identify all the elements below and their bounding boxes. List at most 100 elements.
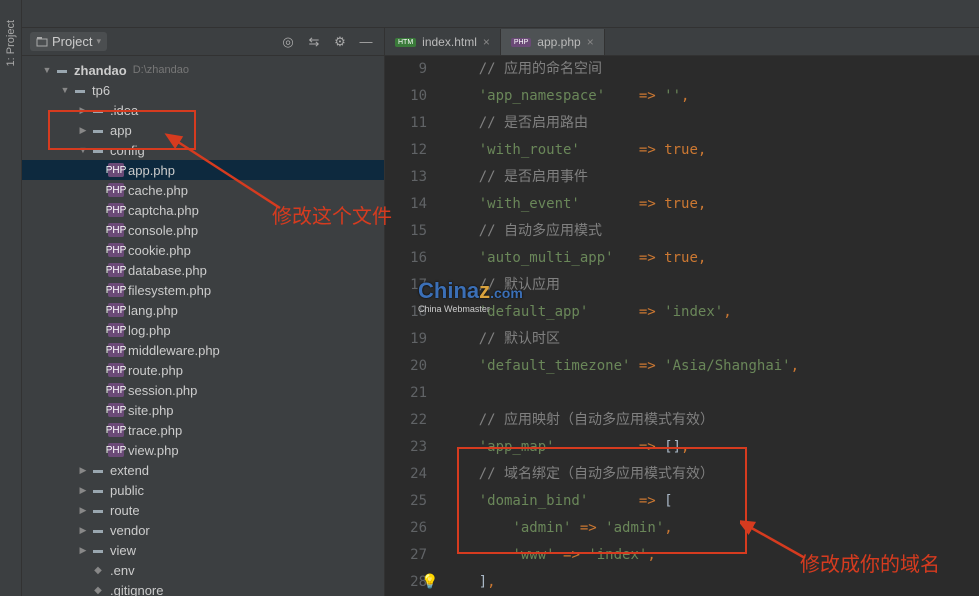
tree-row-config[interactable]: ▼▬config [22,140,384,160]
html-file-icon: HTM [395,38,416,47]
tree-item-label: tp6 [92,83,110,98]
close-icon[interactable]: × [587,35,594,49]
code-line[interactable]: 'domain_bind' => [ [445,488,979,515]
tree-item-label: app [110,123,132,138]
tree-row-.idea[interactable]: ▶▬.idea [22,100,384,120]
project-tool-button[interactable]: 1: Project [5,20,17,66]
code-line[interactable]: 'app_map' => [], [445,434,979,461]
tree-row-lang.php[interactable]: PHPlang.php [22,300,384,320]
line-gutter: 9101112131415161718192021222324252627282… [385,56,445,596]
line-number: 25 [385,488,427,515]
php-file-icon: PHP [108,443,124,457]
php-file-icon: PHP [108,403,124,417]
tree-row-route.php[interactable]: PHP route.php [22,360,384,380]
collapse-all-icon[interactable]: ⇆ [304,32,324,52]
folder-icon: ▬ [90,463,106,477]
tree-row-view.php[interactable]: PHPview.php [22,440,384,460]
locate-icon[interactable]: ◎ [278,32,298,52]
project-panel-header: Project ▾ ◎ ⇆ ⚙ — [22,28,384,56]
tree-row-extend[interactable]: ▶▬extend [22,460,384,480]
project-tree[interactable]: ▼▬zhandaoD:\zhandao▼▬tp6▶▬.idea▶▬app▼▬co… [22,56,384,596]
tree-row-console.php[interactable]: PHPconsole.php [22,220,384,240]
code-line[interactable]: 'auto_multi_app' => true, [445,245,979,272]
php-file-icon: PHP [108,323,124,337]
folder-icon: ▬ [72,83,88,97]
code-line[interactable]: 'www' => 'index', [445,542,979,569]
code-line[interactable]: // 默认应用 [445,272,979,299]
tree-row-cache.php[interactable]: PHP cache.php [22,180,384,200]
tree-row-route[interactable]: ▶▬route [22,500,384,520]
tree-item-label: cache.php [128,183,188,198]
code-line[interactable]: // 应用映射（自动多应用模式有效） [445,407,979,434]
tree-row-cookie.php[interactable]: PHPcookie.php [22,240,384,260]
tree-row-middleware.php[interactable]: PHPmiddleware.php [22,340,384,360]
folder-icon: ▬ [90,543,106,557]
tree-item-label: log.php [128,323,171,338]
tree-row-view[interactable]: ▶▬view [22,540,384,560]
tree-item-label: config [110,143,145,158]
tree-row-tp6[interactable]: ▼▬tp6 [22,80,384,100]
file-icon: ◆ [90,583,106,596]
code-area[interactable]: 9101112131415161718192021222324252627282… [385,56,979,596]
code-line[interactable]: // 应用的命名空间 [445,56,979,83]
tree-item-label: .gitignore [110,583,163,596]
tree-row-app[interactable]: ▶▬app [22,120,384,140]
code-content[interactable]: // 应用的命名空间 'app_namespace' => '', // 是否启… [445,56,979,596]
code-line[interactable]: // 域名绑定（自动多应用模式有效） [445,461,979,488]
code-line[interactable]: // 是否启用事件 [445,164,979,191]
code-line[interactable]: 💡 ], [445,569,979,596]
folder-icon: ▬ [54,63,70,77]
tree-row-trace.php[interactable]: PHPtrace.php [22,420,384,440]
folder-icon: ▬ [90,503,106,517]
php-file-icon: PHP [108,363,124,377]
project-icon [36,36,48,48]
code-line[interactable]: // 默认时区 [445,326,979,353]
tab-label: index.html [422,35,477,49]
tree-row-zhandao[interactable]: ▼▬zhandaoD:\zhandao [22,60,384,80]
code-line[interactable]: // 是否启用路由 [445,110,979,137]
tree-row-public[interactable]: ▶▬public [22,480,384,500]
code-line[interactable]: 'admin' => 'admin', [445,515,979,542]
hide-icon[interactable]: — [356,32,376,52]
tab-app.php[interactable]: PHPapp.php× [501,29,605,55]
folder-icon: ▬ [90,483,106,497]
code-line[interactable]: 'with_event' => true, [445,191,979,218]
tree-item-label: .env [110,563,135,578]
project-panel-title[interactable]: Project ▾ [30,32,107,51]
close-icon[interactable]: × [483,35,490,49]
line-number: 23 [385,434,427,461]
tree-row-vendor[interactable]: ▶▬vendor [22,520,384,540]
code-line[interactable]: 'default_app' => 'index', [445,299,979,326]
php-file-icon: PHP [108,183,124,197]
tree-item-label: vendor [110,523,150,538]
code-line[interactable] [445,380,979,407]
code-line[interactable]: 'default_timezone' => 'Asia/Shanghai', [445,353,979,380]
code-line[interactable]: // 自动多应用模式 [445,218,979,245]
tree-row-site.php[interactable]: PHP site.php [22,400,384,420]
tab-label: app.php [537,35,580,49]
tree-row-app.php[interactable]: PHPapp.php [22,160,384,180]
tree-row-session.php[interactable]: PHPsession.php [22,380,384,400]
tree-item-label: database.php [128,263,207,278]
tree-row-.env[interactable]: ◆.env [22,560,384,580]
php-file-icon: PHP [108,203,124,217]
editor-panel: HTMindex.html×PHPapp.php× 91011121314151… [385,28,979,596]
tree-item-label: site.php [128,403,174,418]
tree-row-.gitignore[interactable]: ◆ .gitignore [22,580,384,596]
tree-row-database.php[interactable]: PHP database.php [22,260,384,280]
line-number: 16 [385,245,427,272]
php-file-icon: PHP [108,263,124,277]
tab-index.html[interactable]: HTM index.html × [385,29,501,55]
tree-row-log.php[interactable]: PHP log.php [22,320,384,340]
bulb-icon[interactable]: 💡 [421,569,438,596]
code-line[interactable]: 'app_namespace' => '', [445,83,979,110]
gear-icon[interactable]: ⚙ [330,32,350,52]
tree-item-label: session.php [128,383,197,398]
tree-item-label: route.php [128,363,183,378]
tree-row-captcha.php[interactable]: PHPcaptcha.php [22,200,384,220]
tree-item-label: console.php [128,223,198,238]
tree-row-filesystem.php[interactable]: PHPfilesystem.php [22,280,384,300]
code-line[interactable]: 'with_route' => true, [445,137,979,164]
line-number: 18 [385,299,427,326]
line-number: 10 [385,83,427,110]
